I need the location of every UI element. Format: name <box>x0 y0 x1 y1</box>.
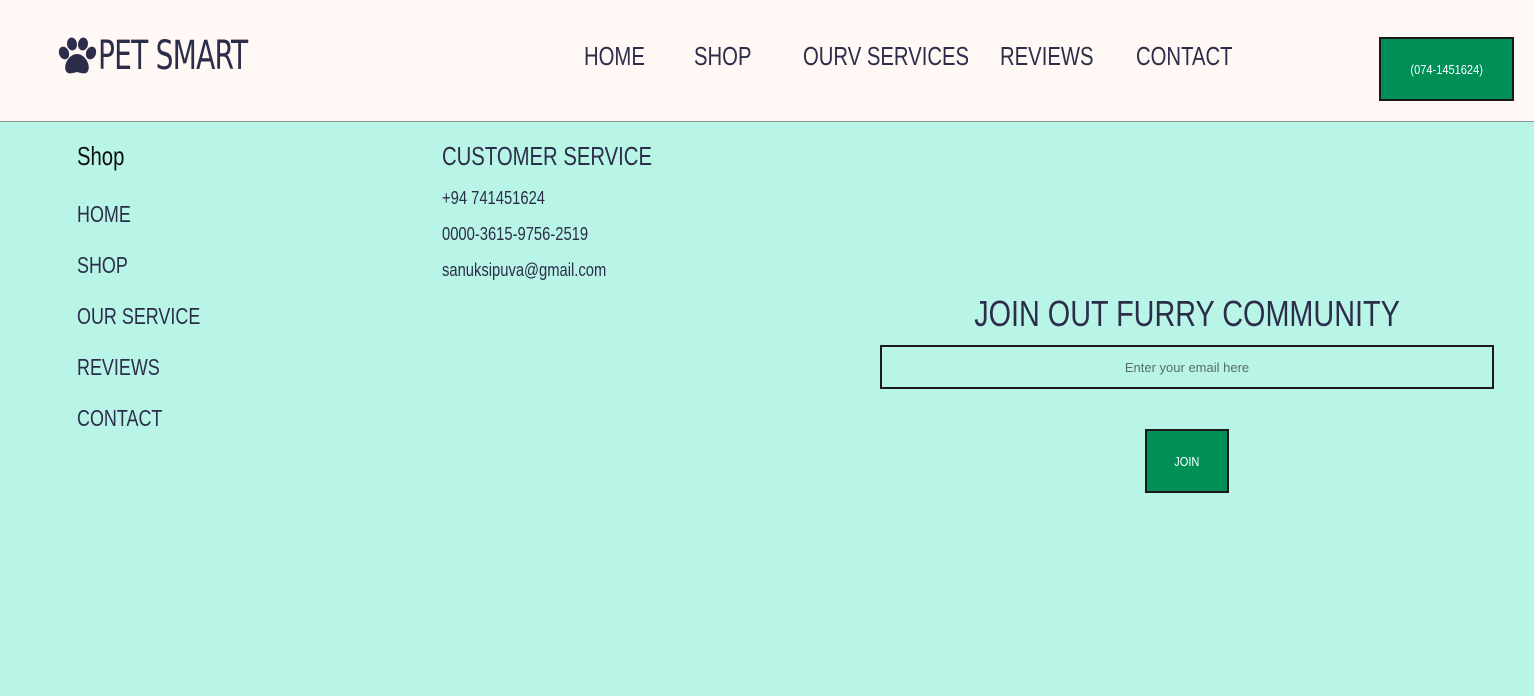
contact-email: sanuksipuva@gmail.com <box>442 260 607 280</box>
footer-link-reviews[interactable]: REVIEWS <box>77 352 160 382</box>
customer-service-title: CUSTOMER SERVICE <box>442 141 652 171</box>
join-button-label: JOIN <box>1174 453 1200 469</box>
join-button[interactable]: JOIN <box>1145 429 1229 493</box>
shop-column-title: Shop <box>77 141 125 171</box>
contact-card-number: 0000-3615-9756-2519 <box>442 224 589 244</box>
header-bar: PET SMART HOME SHOP OURV SERVICES REVIEW… <box>0 0 1534 122</box>
brand-logo[interactable]: PET SMART <box>56 32 289 80</box>
contact-phone: +94 741451624 <box>442 188 546 208</box>
newsletter-title: JOIN OUT FURRY COMMUNITY <box>880 292 1494 336</box>
brand-name: PET SMART <box>98 33 248 79</box>
nav-reviews[interactable]: REVIEWS <box>1000 38 1094 74</box>
nav-home[interactable]: HOME <box>584 38 645 74</box>
paw-icon <box>58 37 97 74</box>
footer-link-shop[interactable]: SHOP <box>77 250 128 280</box>
footer-link-service[interactable]: OUR SERVICE <box>77 301 200 331</box>
email-input[interactable] <box>880 345 1494 389</box>
nav-shop[interactable]: SHOP <box>694 38 751 74</box>
nav-services[interactable]: OURV SERVICES <box>803 38 969 74</box>
phone-button[interactable]: (074-1451624) <box>1379 37 1514 101</box>
footer-link-contact[interactable]: CONTACT <box>77 403 162 433</box>
footer-link-home[interactable]: HOME <box>77 199 131 229</box>
phone-button-label: (074-1451624) <box>1410 61 1483 77</box>
nav-contact[interactable]: CONTACT <box>1136 38 1233 74</box>
newsletter-title-text: JOIN OUT FURRY COMMUNITY <box>974 293 1400 334</box>
